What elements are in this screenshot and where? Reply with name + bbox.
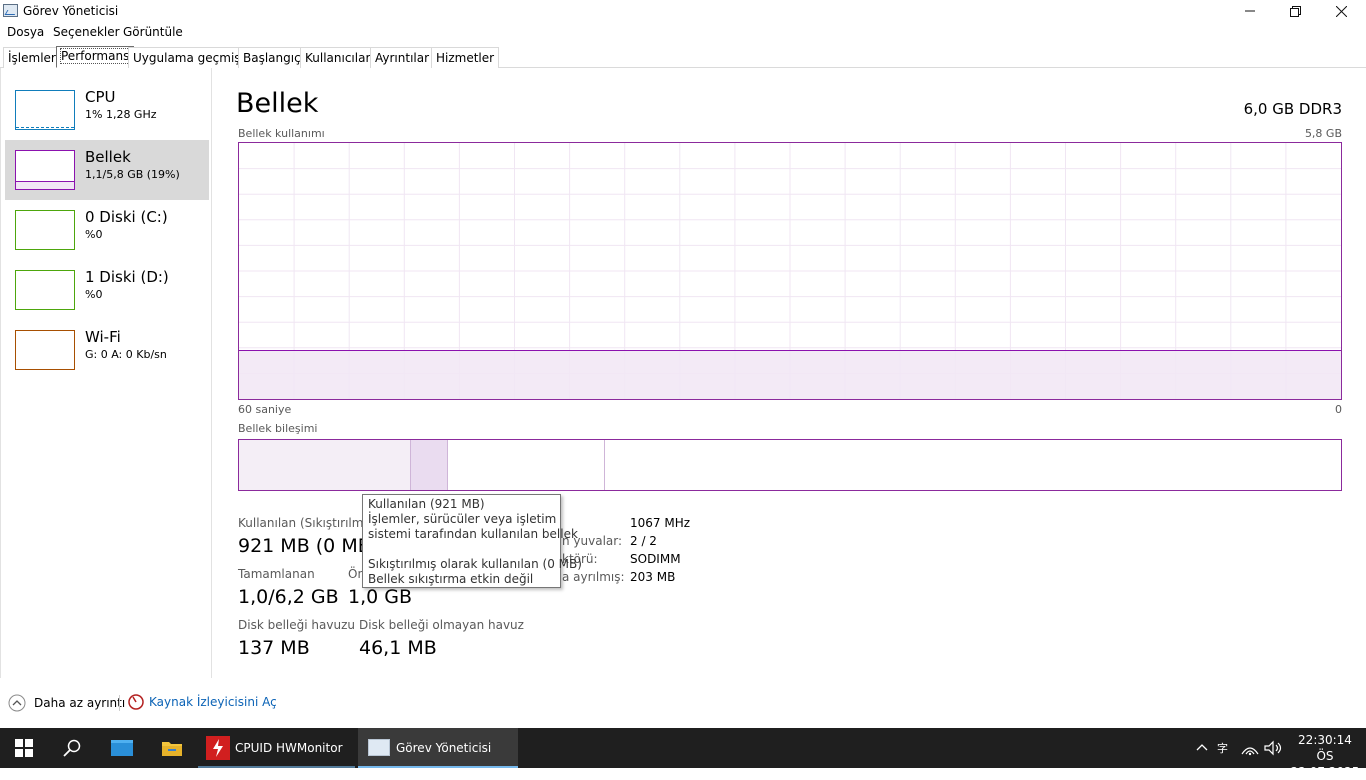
footer-divider xyxy=(119,695,120,711)
taskbar: CPUID HWMonitor Görev Yöneticisi 字 22:30… xyxy=(0,728,1366,779)
less-details-button[interactable]: Daha az ayrıntı xyxy=(8,694,125,712)
paged-pool-label: Disk belleği havuzu xyxy=(238,618,355,632)
composition-tooltip: Kullanılan (921 MB) İşlemler, sürücüler … xyxy=(362,494,582,588)
paged-pool-value: 137 MB xyxy=(238,637,310,659)
minimize-icon xyxy=(1245,10,1255,12)
minimize-button[interactable] xyxy=(1227,0,1273,22)
wifi-thumbnail-graph xyxy=(15,330,75,370)
task-manager-taskbar-icon xyxy=(368,739,390,756)
composition-label: Bellek bileşimi xyxy=(238,422,318,435)
nonpaged-pool-value: 46,1 MB xyxy=(359,637,437,659)
memory-composition-bar xyxy=(238,439,1342,491)
in-use-value: 921 MB (0 MB) xyxy=(238,535,379,557)
network-icon[interactable] xyxy=(1238,740,1262,756)
menu-file[interactable]: Dosya xyxy=(7,25,44,39)
clock-time: 22:30:14 ÖS xyxy=(1298,733,1352,763)
restore-icon xyxy=(1289,5,1301,17)
hardware-reserved-value: 203 MB xyxy=(630,570,676,584)
composition-standby[interactable] xyxy=(448,440,605,490)
clock[interactable]: 22:30:14 ÖS 22.07.2025 xyxy=(1290,732,1360,780)
hardware-reserved-label: a ayrılmış: xyxy=(562,570,625,584)
search-icon xyxy=(63,739,81,757)
tab-processes[interactable]: İşlemler xyxy=(3,47,61,68)
composition-free[interactable] xyxy=(605,440,1341,490)
sidebar-item-wifi[interactable]: Wi-Fi G: 0 A: 0 Kb/sn xyxy=(5,320,209,380)
in-use-label: Kullanılan (Sıkıştırılmış) xyxy=(238,516,378,530)
window-title: Görev Yöneticisi xyxy=(23,4,119,18)
svg-text:字: 字 xyxy=(1217,741,1228,755)
tab-strip: İşlemler Performans Uygulama geçmişi Baş… xyxy=(0,46,1366,68)
tab-users[interactable]: Kullanıcılar xyxy=(300,47,376,68)
task-view-button[interactable] xyxy=(98,728,146,768)
search-button[interactable] xyxy=(48,728,96,768)
sidebar-item-memory[interactable]: Bellek 1,1/5,8 GB (19%) xyxy=(5,140,209,200)
committed-label: Tamamlanan xyxy=(238,567,315,581)
close-icon xyxy=(1335,5,1347,17)
sidebar-item-disk-d[interactable]: 1 Diski (D:) %0 xyxy=(5,260,209,320)
tab-services[interactable]: Hizmetler xyxy=(431,47,500,68)
memory-thumbnail-graph xyxy=(15,150,75,190)
keyboard-icon[interactable]: 字 xyxy=(1214,740,1238,756)
usage-graph-label: Bellek kullanımı xyxy=(238,127,325,140)
footer-bar: Daha az ayrıntı Kaynak İzleyicisini Aç xyxy=(0,690,1366,718)
windows-icon xyxy=(15,739,33,757)
folder-icon xyxy=(162,742,182,756)
tab-app-history[interactable]: Uygulama geçmişi xyxy=(128,47,249,68)
tab-performance[interactable]: Performans xyxy=(56,46,135,68)
clock-date: 22.07.2025 xyxy=(1290,765,1360,779)
committed-value: 1,0/6,2 GB xyxy=(238,586,339,608)
taskbar-app-hwmonitor[interactable]: CPUID HWMonitor xyxy=(198,728,355,768)
menu-options[interactable]: Seçenekler xyxy=(53,25,120,39)
time-axis-left: 60 saniye xyxy=(238,403,292,416)
composition-modified[interactable] xyxy=(411,440,448,490)
memory-usage-graph xyxy=(238,142,1342,400)
hwmonitor-icon xyxy=(206,736,230,760)
slots-value: 2 / 2 xyxy=(630,534,657,548)
open-resource-monitor-link[interactable]: Kaynak İzleyicisini Aç xyxy=(128,694,277,710)
time-axis-right: 0 xyxy=(1335,403,1342,416)
cpu-thumbnail-graph xyxy=(15,90,75,130)
menu-view[interactable]: Görüntüle xyxy=(123,25,183,39)
page-title: Bellek xyxy=(236,88,319,119)
disk-c-thumbnail-graph xyxy=(15,210,75,250)
chevron-up-icon xyxy=(8,694,26,712)
cached-value: 1,0 GB xyxy=(348,586,413,608)
resource-monitor-icon xyxy=(128,694,144,710)
system-tray: 字 xyxy=(1190,728,1286,768)
start-button[interactable] xyxy=(0,728,48,768)
memory-capacity: 6,0 GB DDR3 xyxy=(1243,100,1342,118)
speed-value: 1067 MHz xyxy=(630,516,691,530)
composition-in-use[interactable] xyxy=(239,440,411,490)
sidebar-item-cpu[interactable]: CPU 1% 1,28 GHz xyxy=(5,80,209,140)
taskbar-app-task-manager[interactable]: Görev Yöneticisi xyxy=(358,728,518,768)
sidebar-item-disk-c[interactable]: 0 Diski (C:) %0 xyxy=(5,200,209,260)
memory-usage-chart xyxy=(239,143,1341,399)
tab-details[interactable]: Ayrıntılar xyxy=(370,47,435,68)
disk-d-thumbnail-graph xyxy=(15,270,75,310)
chevron-up-icon[interactable] xyxy=(1190,740,1214,756)
task-manager-icon xyxy=(3,4,18,17)
task-view-icon xyxy=(111,740,133,756)
volume-icon[interactable] xyxy=(1262,740,1286,756)
close-button[interactable] xyxy=(1318,0,1364,22)
title-bar: Görev Yöneticisi xyxy=(0,0,1366,22)
resource-list: CPU 1% 1,28 GHz Bellek 1,1/5,8 GB (19%) … xyxy=(0,68,212,678)
restore-button[interactable] xyxy=(1272,0,1318,22)
usage-graph-max: 5,8 GB xyxy=(1304,127,1342,140)
form-factor-value: SODIMM xyxy=(630,552,681,566)
tab-startup[interactable]: Başlangıç xyxy=(238,47,306,68)
nonpaged-pool-label: Disk belleği olmayan havuz xyxy=(359,618,524,632)
usage-area xyxy=(239,350,1341,399)
file-explorer-button[interactable] xyxy=(148,728,196,768)
